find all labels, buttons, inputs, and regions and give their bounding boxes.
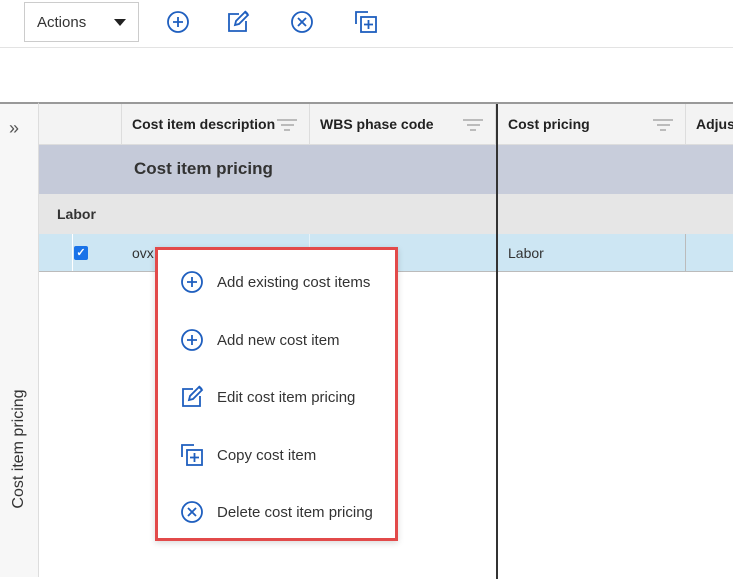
filter-icon[interactable] bbox=[277, 119, 297, 134]
context-menu: Add existing cost items Add new cost ite… bbox=[155, 247, 398, 541]
cell-cost-pricing[interactable]: Labor bbox=[498, 234, 686, 271]
category-label: Labor bbox=[57, 206, 96, 222]
row-checkbox[interactable]: ✓ bbox=[74, 246, 88, 260]
add-circle-icon bbox=[180, 270, 204, 294]
menu-item-delete-cost-item-pricing[interactable]: Delete cost item pricing bbox=[158, 492, 395, 532]
filter-icon[interactable] bbox=[653, 119, 673, 134]
header-cost-pricing[interactable]: Cost pricing bbox=[498, 104, 686, 144]
menu-item-label: Edit cost item pricing bbox=[217, 388, 356, 406]
header-cost-item-description[interactable]: Cost item description bbox=[122, 104, 310, 144]
delete-circle-icon[interactable] bbox=[290, 10, 314, 34]
toolbar: Actions bbox=[0, 0, 733, 48]
frozen-column-divider bbox=[496, 104, 498, 579]
edit-icon[interactable] bbox=[226, 10, 250, 34]
menu-item-add-existing-cost-items[interactable]: Add existing cost items bbox=[158, 262, 395, 302]
side-panel-title[interactable]: Cost item pricing bbox=[10, 389, 28, 508]
expand-icon[interactable]: » bbox=[9, 118, 19, 139]
side-panel: » Cost item pricing bbox=[0, 102, 39, 577]
add-circle-icon[interactable] bbox=[166, 10, 190, 34]
divider bbox=[72, 234, 73, 271]
menu-item-label: Add new cost item bbox=[217, 331, 340, 349]
actions-label: Actions bbox=[37, 13, 87, 31]
caret-down-icon bbox=[114, 19, 126, 26]
menu-item-label: Delete cost item pricing bbox=[217, 503, 373, 521]
menu-item-label: Add existing cost items bbox=[217, 273, 371, 291]
edit-icon bbox=[180, 385, 204, 409]
menu-item-label: Copy cost item bbox=[217, 446, 317, 464]
category-row[interactable]: Labor bbox=[39, 194, 733, 234]
group-header-row: Cost item pricing bbox=[39, 145, 733, 194]
menu-item-copy-cost-item[interactable]: Copy cost item bbox=[158, 435, 395, 475]
copy-add-icon[interactable] bbox=[354, 10, 378, 34]
copy-add-icon bbox=[180, 443, 204, 467]
header-label: Adjus bbox=[696, 116, 733, 132]
menu-item-add-new-cost-item[interactable]: Add new cost item bbox=[158, 320, 395, 360]
header-adjustment[interactable]: Adjus bbox=[686, 104, 733, 144]
header-label: Cost item description bbox=[132, 116, 276, 132]
header-select bbox=[39, 104, 122, 144]
header-label: Cost pricing bbox=[508, 116, 590, 132]
header-label: WBS phase code bbox=[320, 116, 434, 132]
cell-text: Labor bbox=[508, 244, 544, 261]
cell-text: ovx bbox=[132, 244, 154, 261]
header-wbs-phase-code[interactable]: WBS phase code bbox=[310, 104, 496, 144]
filter-icon[interactable] bbox=[463, 119, 483, 134]
delete-circle-icon bbox=[180, 500, 204, 524]
menu-item-edit-cost-item-pricing[interactable]: Edit cost item pricing bbox=[158, 377, 395, 417]
add-circle-icon bbox=[180, 328, 204, 352]
grid-header: Cost item description WBS phase code Cos… bbox=[39, 104, 733, 145]
group-header-title: Cost item pricing bbox=[134, 159, 273, 178]
actions-dropdown[interactable]: Actions bbox=[24, 2, 139, 42]
group-header-right bbox=[498, 145, 733, 194]
